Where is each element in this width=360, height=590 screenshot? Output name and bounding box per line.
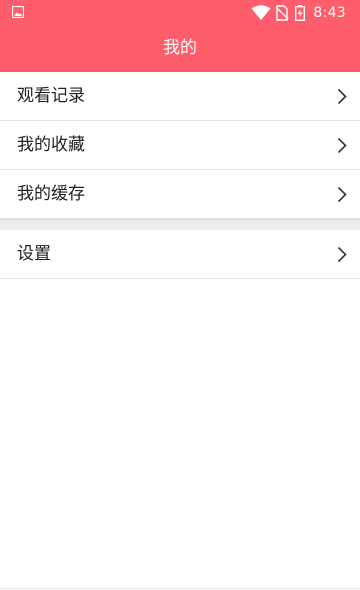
app-screen: 8:43 我的 观看记录 我的收藏 我的缓存 设置	[0, 0, 360, 590]
chevron-right-icon	[337, 186, 347, 203]
chevron-right-icon	[337, 137, 347, 154]
toolbar: 我的	[0, 25, 360, 72]
menu-group-primary: 观看记录 我的收藏 我的缓存	[0, 72, 360, 219]
bottom-divider	[0, 588, 360, 589]
wifi-icon	[251, 4, 271, 21]
section-divider	[0, 219, 360, 230]
menu-item-watch-history[interactable]: 观看记录	[0, 72, 360, 121]
menu-group-settings: 设置	[0, 230, 360, 279]
battery-charging-icon	[295, 4, 306, 21]
menu-item-label: 设置	[17, 244, 51, 264]
status-icons: 8:43	[251, 0, 360, 25]
menu-item-label: 观看记录	[17, 86, 85, 106]
chevron-right-icon	[337, 246, 347, 263]
status-bar: 8:43	[0, 0, 360, 25]
menu-item-label: 我的收藏	[17, 135, 85, 155]
menu-item-label: 我的缓存	[17, 184, 85, 204]
menu-item-favorites[interactable]: 我的收藏	[0, 121, 360, 170]
page-title: 我的	[163, 38, 197, 58]
menu-item-downloads[interactable]: 我的缓存	[0, 170, 360, 219]
menu-item-settings[interactable]: 设置	[0, 230, 360, 279]
image-notification-icon	[12, 6, 24, 18]
status-time: 8:43	[313, 4, 346, 21]
no-sim-icon	[275, 4, 289, 21]
chevron-right-icon	[337, 88, 347, 105]
